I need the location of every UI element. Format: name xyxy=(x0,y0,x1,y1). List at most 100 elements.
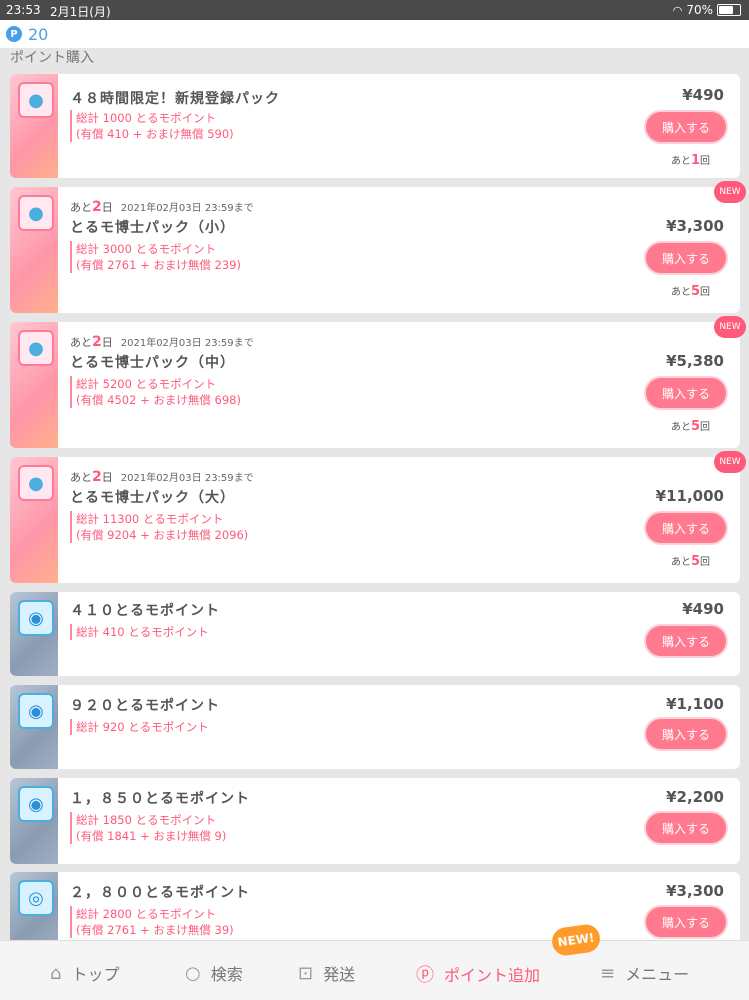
status-right: ◠ 70% xyxy=(673,3,741,17)
pack-breakdown: (有償 2761 + おまけ無償 39) xyxy=(76,923,234,937)
remain-prefix: あと xyxy=(670,156,691,167)
point-icon: P xyxy=(6,26,22,42)
nav-add-points[interactable]: ⓟ ポイント追加 xyxy=(416,961,540,987)
new-badge: NEW xyxy=(714,451,746,473)
buy-button[interactable]: 購入する xyxy=(646,907,726,937)
pack-thumb: ◉ xyxy=(10,592,58,676)
bag-icon: ● xyxy=(18,465,54,501)
nav-top[interactable]: ⌂ トップ xyxy=(50,961,119,985)
remain-prefix: あと xyxy=(670,422,691,433)
pack-price: ¥490 xyxy=(682,86,724,104)
pack-name: とるモ博士パック（中） xyxy=(70,355,235,371)
nav-top-label: トップ xyxy=(71,965,120,984)
pack-price: ¥3,300 xyxy=(666,882,724,900)
remaining-count: あと1回 xyxy=(650,152,710,168)
pack-total: 総計 5200 とるモポイント xyxy=(76,377,217,391)
pack-detail: 総計 410 とるモポイント xyxy=(70,624,209,640)
pack-thumb: ● xyxy=(10,74,58,178)
limit-prefix: あと xyxy=(70,471,92,484)
buy-button[interactable]: 購入する xyxy=(646,813,726,843)
bag-icon: ● xyxy=(18,195,54,231)
pack-name: ４１０とるモポイント xyxy=(70,603,220,619)
time-limit: あと2日 2021年02月03日 23:59まで xyxy=(70,334,254,350)
battery-percent: 70% xyxy=(686,3,713,17)
pack-name: ９２０とるモポイント xyxy=(70,698,220,714)
buy-button[interactable]: 購入する xyxy=(646,626,726,656)
buy-button[interactable]: 購入する xyxy=(646,719,726,749)
buy-button[interactable]: 購入する xyxy=(646,378,726,408)
pack-thumb: ● xyxy=(10,322,58,448)
nav-ship-label: 発送 xyxy=(323,965,356,984)
deadline: 2021年02月03日 23:59まで xyxy=(120,203,254,214)
nav-menu[interactable]: ≡ メニュー xyxy=(600,961,689,985)
pack-price: ¥1,100 xyxy=(666,695,724,713)
remain-num: 5 xyxy=(690,554,700,569)
nav-ship[interactable]: ⊡ 発送 xyxy=(298,961,355,985)
remain-prefix: あと xyxy=(670,557,691,568)
pack-total: 総計 11300 とるモポイント xyxy=(76,512,224,526)
pack-price: ¥3,300 xyxy=(666,217,724,235)
coin-stack-icon: ◎ xyxy=(18,880,54,916)
limit-prefix: あと xyxy=(70,336,92,349)
remain-suffix: 回 xyxy=(700,156,710,167)
bottom-nav: ⌂ トップ ○ 検索 ⊡ 発送 ⓟ ポイント追加 ≡ メニュー xyxy=(0,940,749,1000)
pack-card: ● あと2日 2021年02月03日 23:59まで とるモ博士パック（大） 総計… xyxy=(10,451,746,583)
home-icon: ⌂ xyxy=(50,962,62,984)
buy-button[interactable]: 購入する xyxy=(646,243,726,273)
pack-card: ◉ ４１０とるモポイント 総計 410 とるモポイント ¥490 購入する xyxy=(10,592,740,676)
pack-breakdown: (有償 1841 + おまけ無償 9) xyxy=(76,829,227,843)
pack-total: 総計 410 とるモポイント xyxy=(76,625,209,639)
cart-icon: ⊡ xyxy=(298,962,314,984)
pack-detail: 総計 2800 とるモポイント (有償 2761 + おまけ無償 39) xyxy=(70,906,234,938)
battery-icon xyxy=(717,4,741,16)
buy-button[interactable]: 購入する xyxy=(646,513,726,543)
status-date: 2月1日(月) xyxy=(50,5,111,19)
point-count: 20 xyxy=(28,24,49,44)
pack-breakdown: (有償 2761 + おまけ無償 239) xyxy=(76,258,241,272)
nav-points-label: ポイント追加 xyxy=(444,966,541,985)
pack-detail: 総計 1850 とるモポイント (有償 1841 + おまけ無償 9) xyxy=(70,812,226,844)
pack-name: １，８５０とるモポイント xyxy=(70,791,250,807)
pack-detail: 総計 1000 とるモポイント (有償 410 + おまけ無償 590) xyxy=(70,110,234,142)
pack-price: ¥11,000 xyxy=(655,487,724,505)
bag-icon: ● xyxy=(18,82,54,118)
pack-breakdown: (有償 410 + おまけ無償 590) xyxy=(76,127,234,141)
pack-card: ● あと2日 2021年02月03日 23:59まで とるモ博士パック（小） 総計… xyxy=(10,181,746,313)
nav-menu-label: メニュー xyxy=(625,965,690,984)
limit-prefix: あと xyxy=(70,201,92,214)
remain-suffix: 回 xyxy=(700,422,710,433)
pack-price: ¥2,200 xyxy=(666,788,724,806)
search-icon: ○ xyxy=(185,962,201,984)
pack-thumb: ◉ xyxy=(10,778,58,864)
pack-card: ● ４８時間限定！新規登録パック 総計 1000 とるモポイント (有償 410… xyxy=(10,74,740,178)
remain-suffix: 回 xyxy=(700,557,710,568)
limit-num: 2 xyxy=(92,199,102,215)
deadline: 2021年02月03日 23:59まで xyxy=(120,473,254,484)
pack-thumb: ● xyxy=(10,457,58,583)
coin-icon: ◉ xyxy=(18,693,54,729)
remain-num: 1 xyxy=(690,153,700,168)
pack-total: 総計 2800 とるモポイント xyxy=(76,907,217,921)
status-bar: 23:53 2月1日(月) ◠ 70% xyxy=(0,0,749,20)
remain-suffix: 回 xyxy=(700,287,710,298)
coin-icon: ◉ xyxy=(18,786,54,822)
pack-price: ¥5,380 xyxy=(666,352,724,370)
pack-price: ¥490 xyxy=(682,600,724,618)
pack-detail: 総計 920 とるモポイント xyxy=(70,719,209,735)
pack-detail: 総計 3000 とるモポイント (有償 2761 + おまけ無償 239) xyxy=(70,241,241,273)
pack-detail: 総計 5200 とるモポイント (有償 4502 + おまけ無償 698) xyxy=(70,376,241,408)
remaining-count: あと5回 xyxy=(650,553,710,569)
pack-card: ◉ １，８５０とるモポイント 総計 1850 とるモポイント (有償 1841 … xyxy=(10,778,740,864)
point-add-icon: ⓟ xyxy=(416,965,434,986)
pack-thumb: ◉ xyxy=(10,685,58,769)
pack-card: ◉ ９２０とるモポイント 総計 920 とるモポイント ¥1,100 購入する xyxy=(10,685,740,769)
pack-card: ● あと2日 2021年02月03日 23:59まで とるモ博士パック（中） 総計… xyxy=(10,316,746,448)
buy-button[interactable]: 購入する xyxy=(646,112,726,142)
nav-search[interactable]: ○ 検索 xyxy=(185,961,243,985)
pack-name: ２，８００とるモポイント xyxy=(70,885,250,901)
remain-prefix: あと xyxy=(670,287,691,298)
remain-num: 5 xyxy=(690,284,700,299)
pack-name: ４８時間限定！新規登録パック xyxy=(70,91,280,107)
coin-icon: ◉ xyxy=(18,600,54,636)
section-title: ポイント購入 xyxy=(10,50,94,66)
